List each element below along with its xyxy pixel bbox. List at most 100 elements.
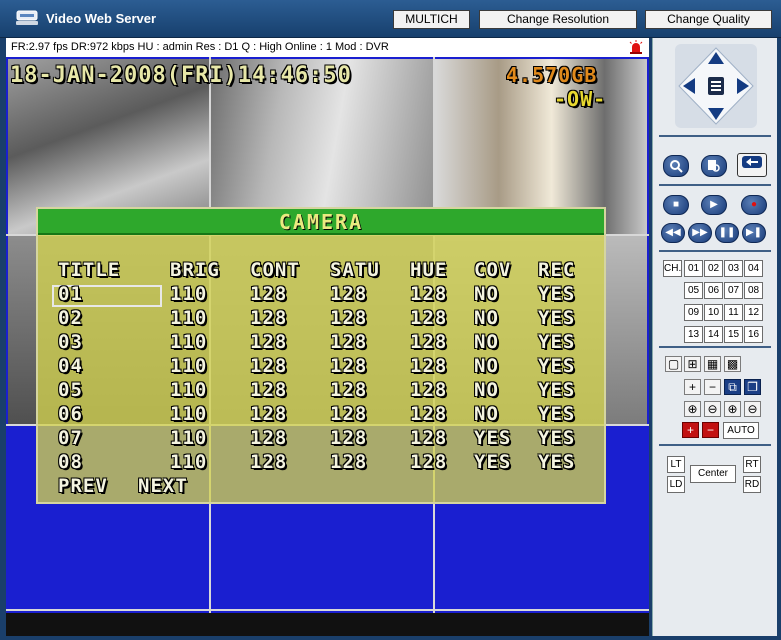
search-button[interactable] (701, 155, 727, 177)
bottom-status-strip (6, 613, 649, 636)
title-bar: Video Web Server MULTICH Change Resoluti… (0, 0, 781, 38)
table-row[interactable]: 01 110 128 128 128 NO YES (38, 283, 604, 307)
record-icon: ● (750, 199, 758, 210)
next-button[interactable]: NEXT (138, 475, 188, 497)
ptz-left-top-button[interactable]: LT (667, 456, 685, 473)
cell-brig: 110 (170, 403, 208, 425)
channel-05-button[interactable]: 05 (684, 282, 703, 299)
cell-title: 05 (58, 379, 83, 401)
direction-pad (675, 44, 757, 128)
focus-near-button[interactable]: ⊕ (684, 401, 701, 417)
step-forward-button[interactable]: ▶❚ (742, 223, 766, 243)
multich-button[interactable]: MULTICH (393, 10, 470, 29)
channel-06-button[interactable]: 06 (704, 282, 723, 299)
layout-nine-button[interactable]: ▦ (704, 356, 721, 372)
camera-menu-header: CAMERA (38, 209, 604, 235)
fullscreen-button[interactable]: ⧉ (724, 379, 741, 395)
cell-hue: 128 (410, 451, 448, 473)
play-button[interactable]: ▶ (701, 195, 727, 215)
minus-icon: − (708, 380, 716, 394)
camera-menu-title: CAMERA (278, 210, 364, 234)
header-rec: REC (538, 259, 576, 281)
play-icon: ▶ (710, 199, 718, 210)
table-row[interactable]: 02 110 128 128 128 NO YES (38, 307, 604, 331)
iris-close-button[interactable]: − (702, 422, 719, 438)
channel-16-button[interactable]: 16 (744, 326, 763, 343)
table-row[interactable]: 03 110 128 128 128 NO YES (38, 331, 604, 355)
channel-ch-button[interactable]: CH. (663, 260, 682, 277)
cell-satu: 128 (330, 283, 368, 305)
header-satu: SATU (330, 259, 380, 281)
pause-icon: ❚❚ (718, 227, 736, 238)
fast-forward-button[interactable]: ▶▶ (688, 223, 712, 243)
table-row[interactable]: 04 110 128 128 128 NO YES (38, 355, 604, 379)
channel-10-button[interactable]: 10 (704, 304, 723, 321)
channel-14-button[interactable]: 14 (704, 326, 723, 343)
ptz-right-top-button[interactable]: RT (743, 456, 761, 473)
zoom-in-button[interactable]: + (684, 379, 701, 395)
table-row[interactable]: 06 110 128 128 128 NO YES (38, 403, 604, 427)
fast-forward-icon: ▶▶ (692, 227, 708, 238)
video-display[interactable]: 18-JAN-2008(FRI)14:46:50 4.570GB -OW- CA… (6, 57, 649, 613)
plus-icon: + (688, 380, 696, 394)
header-title: TITLE (58, 259, 121, 281)
cell-title: 07 (58, 427, 83, 449)
focus-far-button[interactable]: ⊖ (704, 401, 721, 417)
layout-sixteen-icon: ▩ (726, 357, 739, 371)
ptz-left-down-button[interactable]: LD (667, 476, 685, 493)
ptz-right-down-button[interactable]: RD (743, 476, 761, 493)
change-resolution-button[interactable]: Change Resolution (479, 10, 637, 29)
cell-cov: NO (474, 307, 499, 329)
channel-04-button[interactable]: 04 (744, 260, 763, 277)
table-row[interactable]: 07 110 128 128 128 YES YES (38, 427, 604, 451)
cell-rec: YES (538, 355, 576, 377)
cell-brig: 110 (170, 307, 208, 329)
stop-button[interactable]: ■ (663, 195, 689, 215)
layout-quad-button[interactable]: ⊞ (684, 356, 701, 372)
zoom-button[interactable] (663, 155, 689, 177)
rewind-button[interactable]: ◀◀ (661, 223, 685, 243)
iris-open-button[interactable]: + (682, 422, 699, 438)
table-row[interactable]: 05 110 128 128 128 NO YES (38, 379, 604, 403)
magnify-plus-button[interactable]: ⊕ (724, 401, 741, 417)
header-hue: HUE (410, 259, 448, 281)
window-button[interactable]: ❐ (744, 379, 761, 395)
return-button[interactable] (737, 153, 767, 177)
channel-01-button[interactable]: 01 (684, 260, 703, 277)
cell-brig: 110 (170, 283, 208, 305)
cell-cont: 128 (250, 355, 288, 377)
channel-12-button[interactable]: 12 (744, 304, 763, 321)
channel-13-button[interactable]: 13 (684, 326, 703, 343)
channel-09-button[interactable]: 09 (684, 304, 703, 321)
magnify-minus-button[interactable]: ⊖ (744, 401, 761, 417)
layout-single-icon: ▢ (667, 357, 680, 371)
cell-hue: 128 (410, 427, 448, 449)
prev-button[interactable]: PREV (58, 475, 108, 497)
channel-02-button[interactable]: 02 (704, 260, 723, 277)
cell-satu: 128 (330, 355, 368, 377)
channel-08-button[interactable]: 08 (744, 282, 763, 299)
channel-07-button[interactable]: 07 (724, 282, 743, 299)
pause-button[interactable]: ❚❚ (715, 223, 739, 243)
osd-datetime: 18-JAN-2008(FRI)14:46:50 (10, 63, 352, 88)
auto-button[interactable]: AUTO (723, 422, 759, 439)
panel-divider (659, 135, 771, 137)
app-title: Video Web Server (46, 11, 157, 26)
osd-record-mode: -OW- (554, 87, 607, 111)
channel-11-button[interactable]: 11 (724, 304, 743, 321)
ptz-center-button[interactable]: Center (690, 465, 736, 483)
record-button[interactable]: ● (741, 195, 767, 215)
table-row[interactable]: 08 110 128 128 128 YES YES (38, 451, 604, 475)
cell-cont: 128 (250, 307, 288, 329)
cell-hue: 128 (410, 307, 448, 329)
zoom-out-button[interactable]: − (704, 379, 721, 395)
channel-03-button[interactable]: 03 (724, 260, 743, 277)
layout-single-button[interactable]: ▢ (665, 356, 682, 372)
cell-hue: 128 (410, 283, 448, 305)
window-icon: ❐ (747, 380, 758, 394)
change-quality-button[interactable]: Change Quality (645, 10, 772, 29)
menu-nav-row: PREV NEXT (38, 475, 604, 499)
layout-sixteen-button[interactable]: ▩ (724, 356, 741, 372)
cell-satu: 128 (330, 379, 368, 401)
channel-15-button[interactable]: 15 (724, 326, 743, 343)
